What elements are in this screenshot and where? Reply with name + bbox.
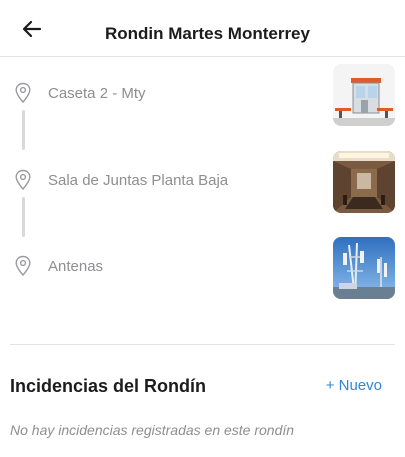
timeline-connector bbox=[22, 110, 25, 150]
top-bar: Rondin Martes Monterrey bbox=[0, 0, 405, 57]
incidents-empty-message: No hay incidencias registradas en este r… bbox=[10, 422, 295, 438]
checkpoint-item[interactable]: Caseta 2 - Mty bbox=[0, 64, 405, 150]
incidents-title: Incidencias del Rondín bbox=[10, 376, 207, 396]
checkpoint-item[interactable]: Sala de Juntas Planta Baja bbox=[0, 151, 405, 237]
map-pin-icon bbox=[15, 82, 31, 104]
timeline-connector bbox=[22, 197, 25, 237]
antennas-photo[interactable] bbox=[333, 237, 395, 299]
meeting-room-photo[interactable] bbox=[333, 151, 395, 213]
checkpoint-label: Sala de Juntas Planta Baja bbox=[48, 172, 229, 189]
section-divider bbox=[10, 344, 395, 345]
checkpoint-label: Caseta 2 - Mty bbox=[48, 85, 146, 102]
checkpoint-item[interactable]: Antenas bbox=[0, 237, 405, 301]
map-pin-icon bbox=[15, 255, 31, 277]
map-pin-icon bbox=[15, 169, 31, 191]
new-incident-button[interactable]: + Nuevo bbox=[326, 377, 382, 394]
page-title: Rondin Martes Monterrey bbox=[105, 24, 310, 43]
checkpoint-label: Antenas bbox=[48, 258, 104, 275]
guard-booth-photo[interactable] bbox=[333, 64, 395, 126]
